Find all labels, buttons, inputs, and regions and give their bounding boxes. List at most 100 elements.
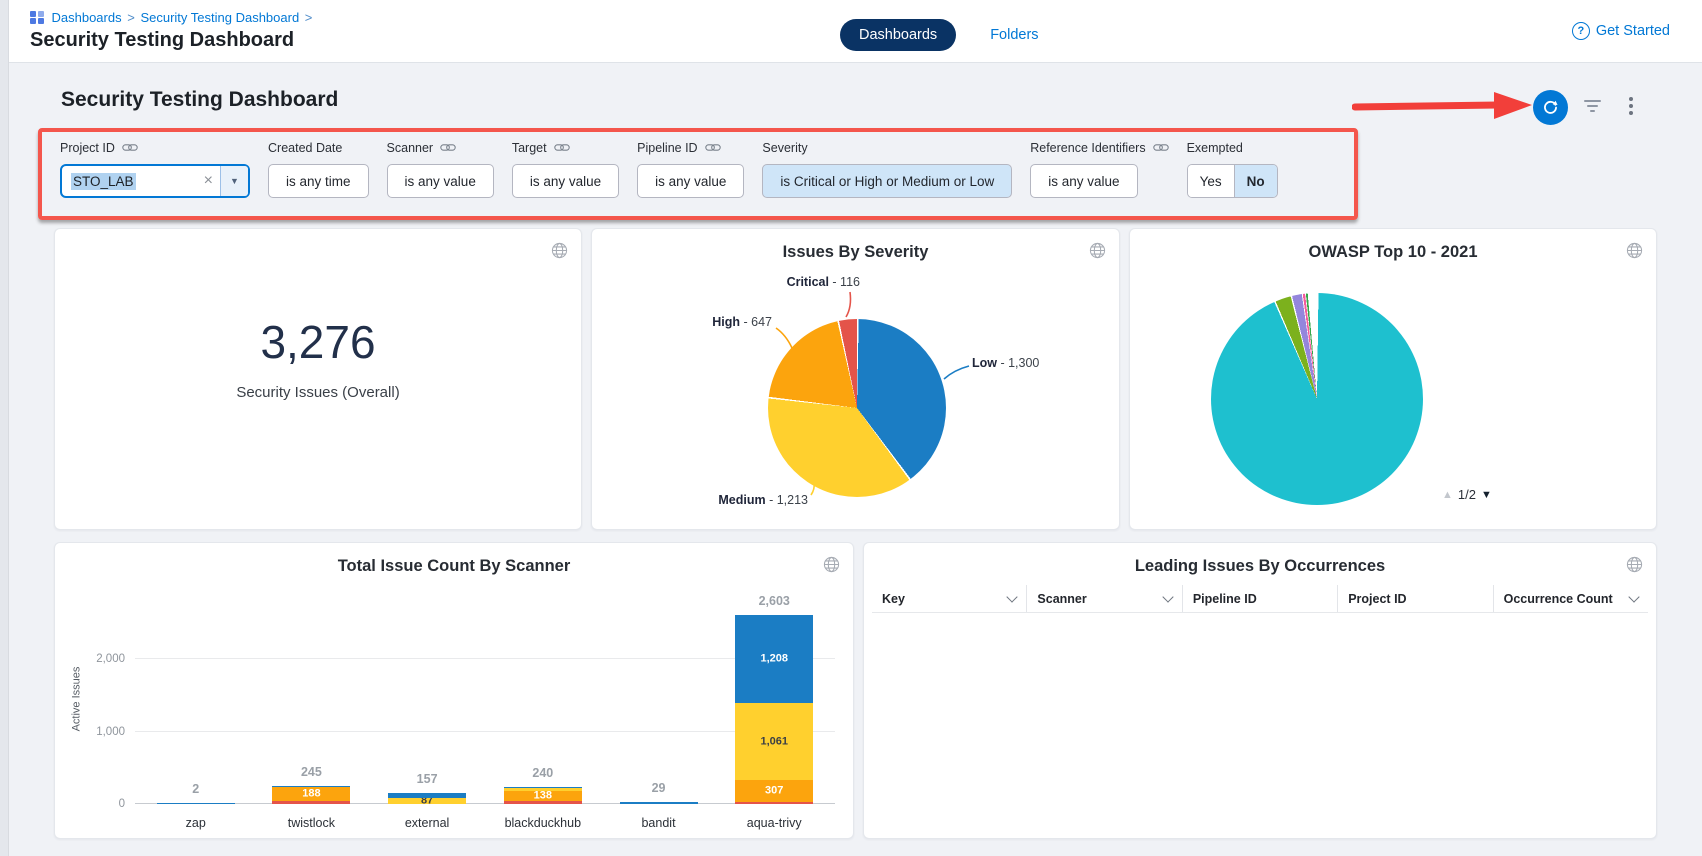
owasp-pie-chart[interactable]: [1211, 293, 1423, 505]
filter-label: Reference Identifiers: [1030, 141, 1168, 155]
bar-aqua-trivy[interactable]: 3071,0611,2082,603: [719, 593, 829, 804]
bar-bandit[interactable]: 29: [604, 593, 714, 804]
help-icon: ?: [1572, 22, 1590, 40]
filter-group-created-date: Created Date is any time: [268, 141, 369, 198]
globe-icon: [823, 556, 840, 578]
owasp-pagination: ▲ 1/2 ▼: [1442, 487, 1492, 502]
filter-label-text: Severity: [762, 141, 807, 155]
filter-chip[interactable]: is any value: [1030, 164, 1137, 198]
get-started-link[interactable]: ? Get Started: [1572, 22, 1670, 40]
breadcrumb-link[interactable]: Security Testing Dashboard: [140, 10, 299, 25]
segment-critical: [735, 802, 813, 804]
bar-external[interactable]: 87157: [372, 593, 482, 804]
bar-total-label: 157: [372, 772, 482, 786]
segment-value-label: 138: [504, 791, 582, 802]
filter-label: Target: [512, 141, 619, 155]
breadcrumb-link[interactable]: Dashboards: [52, 10, 122, 25]
bar-stack: [157, 803, 235, 804]
filter-label-text: Project ID: [60, 141, 115, 155]
severity-pie-leader-lines: [592, 229, 1119, 529]
toggle-option-no[interactable]: No: [1234, 165, 1277, 197]
y-tick-label: 1,000: [96, 726, 125, 738]
y-tick-label: 0: [119, 798, 125, 810]
filter-label-text: Reference Identifiers: [1030, 141, 1145, 155]
filter-label-text: Exempted: [1187, 141, 1243, 155]
breadcrumb-separator: >: [301, 10, 312, 25]
filter-label: Pipeline ID: [637, 141, 744, 155]
column-header-scanner[interactable]: Scanner: [1026, 585, 1181, 612]
x-category-label: twistlock: [256, 816, 366, 830]
segment-low: 1,208: [735, 615, 813, 703]
filter-chip[interactable]: is Critical or High or Medium or Low: [762, 164, 1012, 198]
link-icon: [1153, 141, 1169, 155]
link-icon: [122, 141, 138, 155]
page-down-icon[interactable]: ▼: [1481, 489, 1492, 501]
project-id-combobox[interactable]: STO_LAB ×▼: [60, 164, 250, 198]
filter-group-scanner: Scanner is any value: [387, 141, 494, 198]
table-body-empty: [872, 613, 1648, 830]
filter-chip[interactable]: is any time: [268, 164, 369, 198]
more-options-button[interactable]: [1629, 97, 1633, 115]
table-header-row: Key ScannerPipeline ID Project ID Occurrenc…: [872, 585, 1648, 613]
filter-group-pipeline-id: Pipeline ID is any value: [637, 141, 744, 198]
filter-chip[interactable]: is any value: [387, 164, 494, 198]
combobox-value: STO_LAB: [71, 173, 136, 190]
filter-chip[interactable]: is any value: [512, 164, 619, 198]
filter-label-text: Created Date: [268, 141, 342, 155]
filter-group-exempted: Exempted YesNo: [1187, 141, 1278, 198]
filter-label-text: Pipeline ID: [637, 141, 697, 155]
bar-blackduckhub[interactable]: 138 240: [488, 593, 598, 804]
tab-folders[interactable]: Folders: [984, 26, 1044, 44]
filter-label: Severity: [762, 141, 1012, 155]
globe-icon: [1626, 242, 1643, 264]
refresh-button[interactable]: [1533, 90, 1568, 125]
header-tabs: Dashboards Folders: [840, 19, 1045, 51]
link-icon: [440, 141, 456, 155]
toggle-option-yes[interactable]: Yes: [1188, 165, 1234, 197]
column-header-label: Key: [882, 592, 905, 606]
tab-dashboards[interactable]: Dashboards: [840, 19, 956, 51]
page-up-icon[interactable]: ▲: [1442, 489, 1453, 501]
filter-label: Scanner: [387, 141, 494, 155]
link-icon: [705, 141, 721, 155]
bar-twistlock[interactable]: 188245: [256, 593, 366, 804]
column-header-key[interactable]: Key: [872, 585, 1026, 612]
combobox-caret[interactable]: ▼: [220, 166, 248, 196]
x-category-label: blackduckhub: [488, 816, 598, 830]
segment-medium: [504, 788, 582, 791]
breadcrumb-separator: >: [124, 10, 139, 25]
app-root: Dashboards > Security Testing Dashboard …: [0, 0, 1702, 856]
column-header-pipeline-id[interactable]: Pipeline ID: [1182, 585, 1337, 612]
column-header-label: Project ID: [1348, 592, 1406, 606]
segment-low: [157, 803, 235, 804]
column-header-occurrence-count[interactable]: Occurrence Count: [1493, 585, 1648, 612]
filter-group-severity: Severity is Critical or High or Medium or…: [762, 141, 1012, 198]
filter-label: Created Date: [268, 141, 369, 155]
bar-total-label: 29: [604, 781, 714, 795]
column-header-project-id[interactable]: Project ID: [1337, 585, 1492, 612]
segment-value-label: 188: [272, 789, 350, 800]
filter-group-project-id: Project ID STO_LAB ×▼: [60, 141, 250, 198]
bar-stack: 188: [272, 786, 350, 804]
refresh-icon: [1541, 98, 1560, 117]
overall-count-label: Security Issues (Overall): [55, 384, 581, 401]
bar-zap[interactable]: 2: [141, 593, 251, 804]
filter-list-button[interactable]: [1584, 100, 1601, 112]
x-category-label: aqua-trivy: [719, 816, 829, 830]
owasp-pie-title: OWASP Top 10 - 2021: [1130, 229, 1656, 262]
pie-label-critical: Critical - 116: [712, 275, 860, 289]
bar-chart-plot-area[interactable]: 01,0002,000218824587157138240293071,0611…: [135, 593, 835, 804]
clear-value-button[interactable]: ×: [197, 173, 220, 189]
chevron-down-icon: [1628, 591, 1639, 602]
segment-low: [388, 793, 466, 798]
segment-low: [620, 802, 698, 804]
globe-icon: [1626, 556, 1643, 578]
bar-stack: 138: [504, 787, 582, 804]
y-tick-label: 2,000: [96, 653, 125, 665]
x-category-label: zap: [141, 816, 251, 830]
filter-chip[interactable]: is any value: [637, 164, 744, 198]
overall-count-value: 3,276: [55, 315, 581, 369]
segment-low: [272, 786, 350, 787]
bar-total-label: 240: [488, 766, 598, 780]
filter-label: Project ID: [60, 141, 250, 155]
